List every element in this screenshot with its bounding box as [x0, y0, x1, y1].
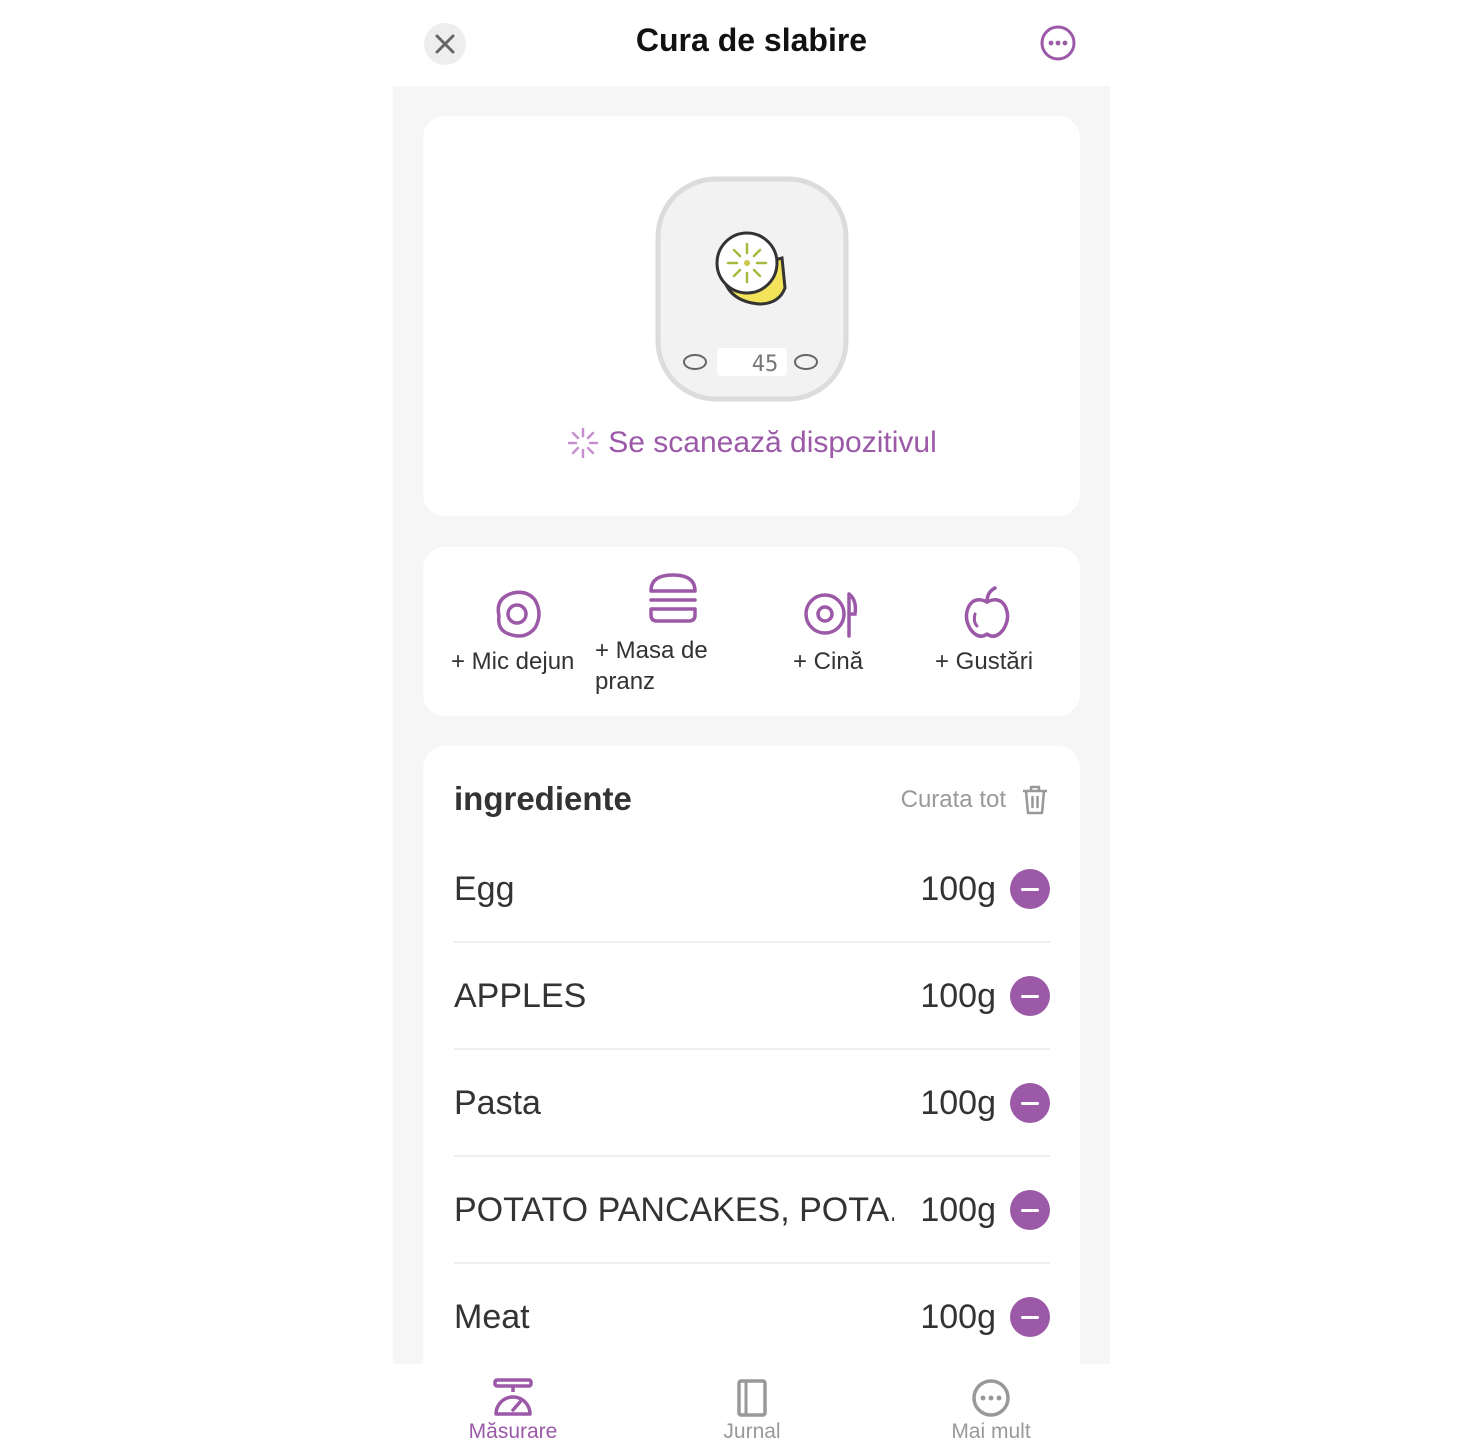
- tab-label: Jurnal: [723, 1420, 781, 1443]
- bottom-tab-bar: Măsurare Jurnal Mai mult: [393, 1364, 1110, 1456]
- scan-status-text: Se scanează dispozitivul: [608, 426, 937, 459]
- tab-label: Mai mult: [951, 1420, 1031, 1443]
- ingredient-row: Meat 100g: [454, 1264, 1050, 1364]
- meal-label: + Cină: [793, 648, 864, 675]
- ingredient-name: POTATO PANCAKES, POTA...: [454, 1191, 894, 1229]
- egg-icon: [496, 590, 541, 638]
- add-lunch-button[interactable]: + Masa de pranz: [595, 569, 745, 697]
- remove-ingredient-button[interactable]: [1010, 1297, 1050, 1337]
- app-screen: Cura de slabire 45 Se scanează dispoziti…: [393, 0, 1110, 1456]
- ingredient-name: Meat: [454, 1298, 530, 1336]
- ingredient-row: Egg 100g: [454, 836, 1050, 943]
- remove-ingredient-button[interactable]: [1010, 1083, 1050, 1123]
- meal-label: + Mic dejun: [451, 648, 575, 675]
- scale-illustration: 45: [655, 176, 849, 402]
- ingredients-card: ingrediente Curata tot Egg 100g APPLES 1…: [423, 746, 1080, 1364]
- tab-more[interactable]: Mai mult: [911, 1378, 1071, 1444]
- remove-ingredient-button[interactable]: [1010, 976, 1050, 1016]
- scale-display: 45: [752, 352, 779, 377]
- remove-ingredient-button[interactable]: [1010, 869, 1050, 909]
- remove-ingredient-button[interactable]: [1010, 1190, 1050, 1230]
- tab-label: Măsurare: [468, 1420, 558, 1443]
- journal-icon: [737, 1379, 767, 1417]
- plate-icon: [804, 592, 858, 638]
- add-snacks-button[interactable]: + Gustări: [935, 569, 1085, 677]
- ingredient-amount: 100g: [920, 1191, 996, 1229]
- scale-card: 45 Se scanează dispozitivul: [423, 116, 1080, 516]
- ingredient-name: APPLES: [454, 977, 587, 1015]
- ingredient-amount: 100g: [920, 870, 996, 908]
- scan-status: Se scanează dispozitivul: [423, 426, 1080, 460]
- ingredient-name: Pasta: [454, 1084, 541, 1122]
- meal-label: + Masa de pranz: [595, 637, 708, 695]
- more-circle-icon: [1040, 25, 1076, 61]
- clear-all-label: Curata tot: [900, 786, 1006, 813]
- add-breakfast-button[interactable]: + Mic dejun: [451, 569, 601, 677]
- ingredient-row: Pasta 100g: [454, 1050, 1050, 1157]
- main-content: 45 Se scanează dispozitivul + Mic dejun …: [393, 86, 1110, 1364]
- ingredient-amount: 100g: [920, 1084, 996, 1122]
- header: Cura de slabire: [393, 0, 1110, 86]
- add-dinner-button[interactable]: + Cină: [793, 569, 943, 677]
- more-options-button[interactable]: [1038, 23, 1078, 63]
- burger-icon: [649, 573, 697, 623]
- ingredient-row: POTATO PANCAKES, POTA... 100g: [454, 1157, 1050, 1264]
- ingredient-row: APPLES 100g: [454, 943, 1050, 1050]
- meal-label: + Gustări: [935, 648, 1034, 675]
- loading-spinner-icon: [567, 427, 599, 459]
- tab-measure[interactable]: Măsurare: [433, 1378, 593, 1444]
- ingredient-name: Egg: [454, 870, 515, 908]
- scale-icon: [493, 1378, 533, 1416]
- meals-card: + Mic dejun + Masa de pranz + Cină + Gus…: [423, 547, 1080, 716]
- clear-all-button[interactable]: Curata tot: [901, 784, 1050, 816]
- ingredient-amount: 100g: [920, 977, 996, 1015]
- apple-icon: [964, 586, 1010, 638]
- more-icon: [972, 1379, 1010, 1417]
- tab-journal[interactable]: Jurnal: [672, 1378, 832, 1444]
- trash-icon: [1023, 785, 1047, 815]
- ingredient-amount: 100g: [920, 1298, 996, 1336]
- ingredients-title: ingrediente: [454, 780, 632, 817]
- page-title: Cura de slabire: [635, 22, 868, 58]
